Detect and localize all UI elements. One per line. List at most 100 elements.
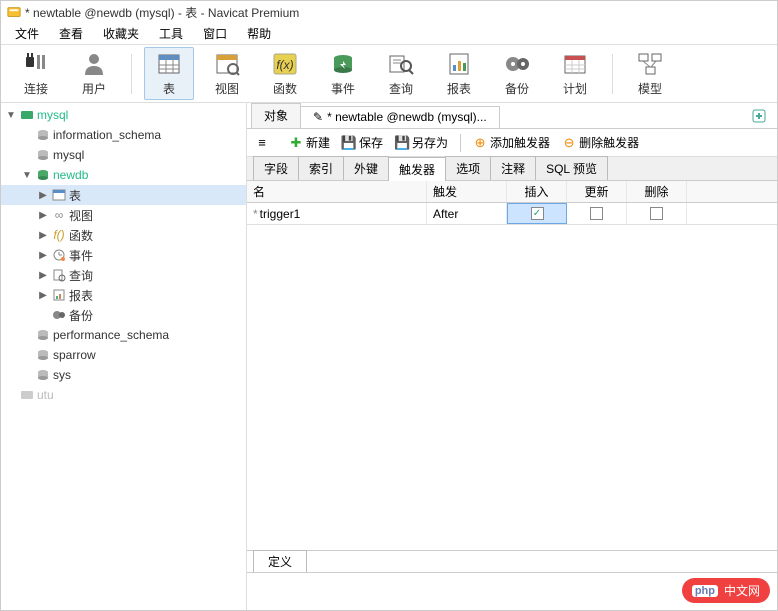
toolbar-label: 报表 bbox=[447, 80, 471, 97]
tree-label: sparrow bbox=[53, 348, 96, 362]
subtab-3[interactable]: 触发器 bbox=[388, 157, 446, 181]
action-label: 新建 bbox=[306, 134, 330, 151]
subtab-4[interactable]: 选项 bbox=[445, 156, 491, 180]
cell-delete[interactable] bbox=[627, 203, 687, 224]
expand-icon[interactable]: ▼ bbox=[5, 110, 17, 121]
app-icon bbox=[7, 5, 21, 19]
tab-editor[interactable]: ✎* newtable @newdb (mysql)... bbox=[300, 106, 500, 128]
sidebar-tree[interactable]: ▼mysqlinformation_schemamysql ▼newdb▶表▶∞视… bbox=[1, 103, 247, 610]
schedule-icon bbox=[559, 50, 591, 78]
toolbar-query-button[interactable]: 查询 bbox=[376, 48, 426, 99]
tree-item-sparrow[interactable]: sparrow bbox=[1, 345, 246, 365]
expand-icon[interactable]: ▶ bbox=[37, 230, 49, 241]
menu-favorites[interactable]: 收藏夹 bbox=[93, 23, 149, 44]
bottom-tab-definition[interactable]: 定义 bbox=[253, 550, 307, 572]
toolbar-backup-button[interactable]: 备份 bbox=[492, 48, 542, 99]
tree-item-mysql[interactable]: mysql bbox=[1, 145, 246, 165]
toolbar-plug-button[interactable]: 连接 bbox=[11, 48, 61, 99]
bottom-tabs: 定义 bbox=[247, 551, 777, 573]
toolbar-model-button[interactable]: 模型 bbox=[625, 48, 675, 99]
tree-item-performance_schema[interactable]: performance_schema bbox=[1, 325, 246, 345]
column-header[interactable]: 删除 bbox=[627, 181, 687, 202]
actionbar: ≡ ✚新建 💾保存 💾另存为 ⊕添加触发器 ⊖删除触发器 bbox=[247, 129, 777, 157]
toolbar-event-button[interactable]: 事件 bbox=[318, 48, 368, 99]
tree-item-视图[interactable]: ▶∞视图 bbox=[1, 205, 246, 225]
checkbox[interactable] bbox=[590, 207, 603, 220]
menu-tools[interactable]: 工具 bbox=[149, 23, 193, 44]
svg-text:f(x): f(x) bbox=[276, 58, 293, 72]
user-icon bbox=[78, 50, 110, 78]
tree-item-information_schema[interactable]: information_schema bbox=[1, 125, 246, 145]
event-icon bbox=[51, 247, 67, 263]
tree-item-sys[interactable]: sys bbox=[1, 365, 246, 385]
tree-item-报表[interactable]: ▶报表 bbox=[1, 285, 246, 305]
table-row[interactable]: *trigger1After ✓ bbox=[247, 203, 777, 225]
report-icon bbox=[443, 50, 475, 78]
tree-label: mysql bbox=[53, 148, 84, 162]
action-add-button[interactable]: ⊕添加触发器 bbox=[473, 134, 550, 151]
subtab-0[interactable]: 字段 bbox=[253, 156, 299, 180]
action-plus-button[interactable]: ✚新建 bbox=[289, 134, 330, 151]
tree-label: performance_schema bbox=[53, 328, 169, 342]
hamburger-icon[interactable]: ≡ bbox=[255, 136, 269, 150]
checkbox[interactable] bbox=[650, 207, 663, 220]
expand-icon[interactable]: ▶ bbox=[37, 210, 49, 221]
toolbar-label: 模型 bbox=[638, 80, 662, 97]
tree-item-查询[interactable]: ▶查询 bbox=[1, 265, 246, 285]
toolbar-table-button[interactable]: 表 bbox=[144, 47, 194, 100]
action-label: 删除触发器 bbox=[579, 134, 639, 151]
menu-file[interactable]: 文件 bbox=[5, 23, 49, 44]
cell-update[interactable] bbox=[567, 203, 627, 224]
menu-help[interactable]: 帮助 bbox=[237, 23, 281, 44]
view-icon: ∞ bbox=[51, 207, 67, 223]
column-header[interactable]: 更新 bbox=[567, 181, 627, 202]
func-icon: f() bbox=[51, 227, 67, 243]
cell-insert[interactable]: ✓ bbox=[507, 203, 567, 224]
toolbar-report-button[interactable]: 报表 bbox=[434, 48, 484, 99]
toolbar-view-button[interactable]: 视图 bbox=[202, 48, 252, 99]
menu-view[interactable]: 查看 bbox=[49, 23, 93, 44]
action-saveas-button[interactable]: 💾另存为 bbox=[395, 134, 448, 151]
action-save-button[interactable]: 💾保存 bbox=[342, 134, 383, 151]
saveas-icon: 💾 bbox=[395, 136, 409, 150]
expand-icon[interactable]: ▶ bbox=[37, 250, 49, 261]
tree-item-newdb[interactable]: ▼newdb bbox=[1, 165, 246, 185]
subtab-5[interactable]: 注释 bbox=[490, 156, 536, 180]
tree-item-mysql[interactable]: ▼mysql bbox=[1, 105, 246, 125]
backup-icon bbox=[501, 50, 533, 78]
cell-name[interactable]: *trigger1 bbox=[247, 203, 427, 224]
toolbar: 连接 用户表视图f(x)函数事件查询报表 备份 计划模型 bbox=[1, 45, 777, 103]
expand-icon[interactable]: ▼ bbox=[21, 170, 33, 181]
add-tab-icon[interactable] bbox=[745, 108, 773, 124]
toolbar-user-button[interactable]: 用户 bbox=[69, 48, 119, 99]
tree-item-事件[interactable]: ▶事件 bbox=[1, 245, 246, 265]
grid-body: *trigger1After ✓ bbox=[247, 203, 777, 550]
tree-item-函数[interactable]: ▶f()函数 bbox=[1, 225, 246, 245]
tree-item-备份[interactable]: 备份 bbox=[1, 305, 246, 325]
column-header[interactable]: 插入 bbox=[507, 181, 567, 202]
tree-label: 函数 bbox=[69, 227, 93, 244]
window-title: * newtable @newdb (mysql) - 表 - Navicat … bbox=[25, 4, 299, 21]
toolbar-schedule-button[interactable]: 计划 bbox=[550, 48, 600, 99]
action-del-button[interactable]: ⊖删除触发器 bbox=[562, 134, 639, 151]
checkbox[interactable]: ✓ bbox=[531, 207, 544, 220]
expand-icon[interactable]: ▶ bbox=[37, 190, 49, 201]
menu-window[interactable]: 窗口 bbox=[193, 23, 237, 44]
tree-item-表[interactable]: ▶表 bbox=[1, 185, 246, 205]
main-panel: 对象✎* newtable @newdb (mysql)... ≡ ✚新建 💾保存… bbox=[247, 103, 777, 610]
toolbar-func-button[interactable]: f(x)函数 bbox=[260, 48, 310, 99]
tab-objects[interactable]: 对象 bbox=[251, 103, 301, 128]
column-header[interactable]: 名 bbox=[247, 181, 427, 202]
tree-item-utu[interactable]: utu bbox=[1, 385, 246, 405]
subtab-1[interactable]: 索引 bbox=[298, 156, 344, 180]
cell-trigger[interactable]: After bbox=[427, 203, 507, 224]
subtab-2[interactable]: 外键 bbox=[343, 156, 389, 180]
subtab-6[interactable]: SQL 预览 bbox=[535, 156, 608, 180]
toolbar-label: 备份 bbox=[505, 80, 529, 97]
event-icon bbox=[327, 50, 359, 78]
dbopen-icon bbox=[35, 167, 51, 183]
expand-icon[interactable]: ▶ bbox=[37, 270, 49, 281]
toolbar-label: 连接 bbox=[24, 80, 48, 97]
column-header[interactable]: 触发 bbox=[427, 181, 507, 202]
expand-icon[interactable]: ▶ bbox=[37, 290, 49, 301]
